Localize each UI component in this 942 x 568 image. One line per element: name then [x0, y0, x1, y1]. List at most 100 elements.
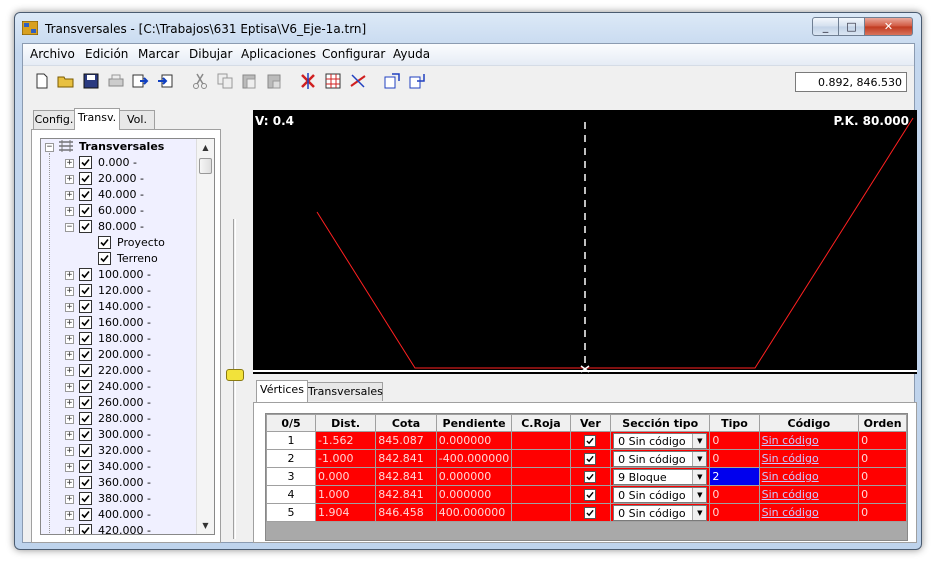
tab-vertices[interactable]: Vértices	[256, 380, 308, 402]
expand-icon[interactable]: +	[65, 527, 74, 534]
cell-seccion-tipo[interactable]: 9 Bloque ▼	[610, 467, 711, 486]
cell-cota[interactable]: 846.458	[375, 503, 437, 522]
cell-orden[interactable]: 0	[858, 449, 907, 468]
tree-item-checkbox[interactable]	[79, 284, 92, 297]
menu-dibujar[interactable]: Dibujar	[189, 47, 232, 61]
tree-item-checkbox[interactable]	[79, 156, 92, 169]
title-bar[interactable]: Transversales - [C:\Trabajos\631 Eptisa\…	[15, 13, 921, 43]
cell-codigo[interactable]: Sin código	[758, 485, 860, 504]
tree-item-checkbox[interactable]	[79, 332, 92, 345]
expand-icon[interactable]: +	[65, 383, 74, 392]
paste-special-icon[interactable]	[265, 72, 283, 90]
menu-marcar[interactable]: Marcar	[138, 47, 179, 61]
dropdown-arrow-icon[interactable]: ▼	[692, 433, 707, 448]
cell-croja[interactable]	[511, 467, 571, 486]
tree-item-checkbox[interactable]	[79, 204, 92, 217]
cell-ver[interactable]	[569, 449, 612, 468]
codigo-link[interactable]: Sin código	[762, 470, 819, 483]
scroll-up-icon[interactable]: ▲	[197, 139, 214, 156]
cell-ver[interactable]	[569, 503, 612, 522]
collapse-icon[interactable]: −	[65, 223, 74, 232]
cell-croja[interactable]	[511, 449, 571, 468]
cell-tipo[interactable]: 0	[709, 431, 760, 450]
cell-codigo[interactable]: Sin código	[758, 467, 860, 486]
codigo-link[interactable]: Sin código	[762, 452, 819, 465]
delete-mark-icon[interactable]	[299, 72, 317, 90]
cell-dist[interactable]: -1.562	[314, 431, 377, 450]
splitter-handle[interactable]	[226, 369, 244, 381]
cut-icon[interactable]	[191, 72, 209, 90]
cell-ver[interactable]	[569, 485, 612, 504]
expand-icon[interactable]: +	[65, 287, 74, 296]
menu-configurar[interactable]: Configurar	[322, 47, 385, 61]
tab-config[interactable]: Config.	[33, 110, 75, 129]
cell-tipo[interactable]: 0	[709, 449, 760, 468]
seccion-tipo-select[interactable]: 9 Bloque ▼	[613, 468, 708, 485]
tree-item-checkbox[interactable]	[79, 476, 92, 489]
expand-icon[interactable]: +	[65, 511, 74, 520]
cell-tipo[interactable]: 2	[709, 467, 760, 486]
expand-icon[interactable]: +	[65, 207, 74, 216]
cell-codigo[interactable]: Sin código	[758, 503, 860, 522]
cell-dist[interactable]: 0.000	[314, 467, 377, 486]
tree-item-checkbox[interactable]	[79, 364, 92, 377]
cell-pendiente[interactable]: -400.000000	[435, 449, 513, 468]
expand-icon[interactable]: +	[65, 319, 74, 328]
expand-icon[interactable]: +	[65, 303, 74, 312]
export-icon[interactable]	[131, 72, 149, 90]
codigo-link[interactable]: Sin código	[762, 506, 819, 519]
expand-icon[interactable]: +	[65, 159, 74, 168]
tree-item-checkbox[interactable]	[79, 428, 92, 441]
tree-item-checkbox[interactable]	[79, 524, 92, 534]
close-button[interactable]: ✕	[865, 17, 913, 36]
cell-croja[interactable]	[511, 485, 571, 504]
codigo-link[interactable]: Sin código	[762, 488, 819, 501]
expand-icon[interactable]: +	[65, 271, 74, 280]
seccion-tipo-select[interactable]: 0 Sin código ▼	[613, 450, 708, 467]
cell-ver[interactable]	[569, 467, 612, 486]
expand-icon[interactable]: +	[65, 479, 74, 488]
cell-orden[interactable]: 0	[858, 503, 907, 522]
tree-item-checkbox[interactable]	[79, 412, 92, 425]
expand-icon[interactable]: +	[65, 463, 74, 472]
expand-icon[interactable]: +	[65, 495, 74, 504]
tree-item-checkbox[interactable]	[79, 444, 92, 457]
tree-item-checkbox[interactable]	[79, 396, 92, 409]
cell-seccion-tipo[interactable]: 0 Sin código ▼	[610, 449, 711, 468]
paste-icon[interactable]	[240, 72, 258, 90]
expand-icon[interactable]: +	[65, 335, 74, 344]
cell-seccion-tipo[interactable]: 0 Sin código ▼	[610, 431, 711, 450]
tree-scrollbar[interactable]: ▲ ▼	[196, 139, 214, 534]
tree-subitem-checkbox[interactable]	[98, 236, 111, 249]
tree-item-checkbox[interactable]	[79, 172, 92, 185]
menu-archivo[interactable]: Archivo	[30, 47, 75, 61]
tree-item-checkbox[interactable]	[79, 300, 92, 313]
cell-dist[interactable]: 1.000	[314, 485, 377, 504]
grid-row[interactable]: 1 -1.562 845.087 0.000000 0 Sin código ▼ 0 Sin …	[266, 431, 907, 450]
cell-cota[interactable]: 842.841	[375, 485, 437, 504]
cell-cota[interactable]: 842.841	[375, 449, 437, 468]
menu-edicion[interactable]: Edición	[85, 47, 128, 61]
cell-croja[interactable]	[511, 431, 571, 450]
expand-icon[interactable]: +	[65, 367, 74, 376]
menu-ayuda[interactable]: Ayuda	[393, 47, 430, 61]
cell-seccion-tipo[interactable]: 0 Sin código ▼	[610, 485, 711, 504]
scroll-thumb[interactable]	[199, 158, 212, 174]
menu-aplicaciones[interactable]: Aplicaciones	[241, 47, 316, 61]
cell-pendiente[interactable]: 0.000000	[435, 467, 513, 486]
cell-dist[interactable]: -1.000	[314, 449, 377, 468]
dropdown-arrow-icon[interactable]: ▼	[692, 487, 707, 502]
tree-item-checkbox[interactable]	[79, 460, 92, 473]
dropdown-arrow-icon[interactable]: ▼	[692, 505, 707, 520]
cell-cota[interactable]: 842.841	[375, 467, 437, 486]
tree-item-checkbox[interactable]	[79, 348, 92, 361]
cell-croja[interactable]	[511, 503, 571, 522]
cell-seccion-tipo[interactable]: 0 Sin código ▼	[610, 503, 711, 522]
ver-checkbox[interactable]	[584, 471, 597, 483]
cell-dist[interactable]: 1.904	[314, 503, 377, 522]
cell-ver[interactable]	[569, 431, 612, 450]
transversales-tree[interactable]: − Transversales +0.000 - +20.000 - +40.000…	[40, 138, 215, 535]
cell-orden[interactable]: 0	[858, 431, 907, 450]
new-file-icon[interactable]	[33, 72, 51, 90]
import-icon[interactable]	[156, 72, 174, 90]
